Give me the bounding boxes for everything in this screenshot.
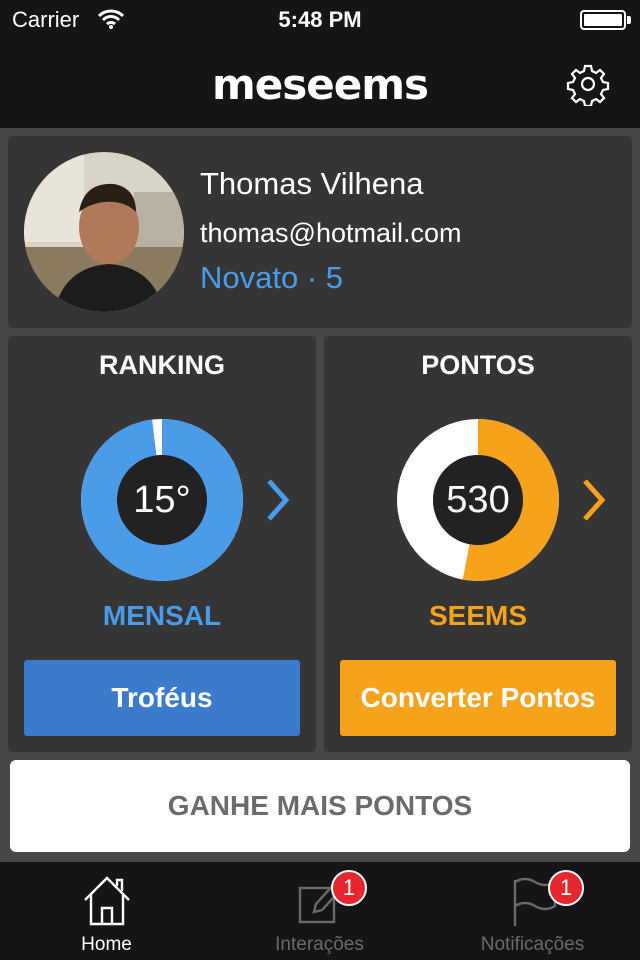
- profile-email: thomas@hotmail.com: [200, 218, 462, 248]
- home-icon: [83, 876, 130, 926]
- battery-icon: [580, 10, 626, 30]
- nav-bar: meseems: [0, 40, 640, 128]
- points-value: 530: [446, 479, 510, 521]
- tab-bar: Home 1 Interações 1 Notificações: [0, 862, 640, 960]
- tab-label: Notificações: [480, 934, 585, 955]
- battery-tip: [627, 16, 631, 24]
- profile-level: Novato · 5: [200, 260, 344, 295]
- tab-home[interactable]: Home: [0, 862, 213, 960]
- earn-more-button[interactable]: GANHE MAIS PONTOS: [10, 760, 630, 852]
- interactions-badge: 1: [331, 870, 367, 906]
- convert-points-button[interactable]: Converter Pontos: [340, 660, 616, 736]
- points-unit-label: SEEMS: [428, 600, 528, 631]
- ranking-card: RANKING 15° MENSAL Troféus: [8, 336, 316, 752]
- ranking-period-label: MENSAL: [102, 600, 222, 631]
- profile-name: Thomas Vilhena: [200, 166, 424, 201]
- status-bar: Carrier 5:48 PM: [0, 0, 640, 40]
- ranking-title: RANKING: [99, 350, 225, 380]
- points-title: PONTOS: [421, 350, 535, 380]
- app-logo: meseems: [212, 60, 429, 109]
- tab-notificacoes[interactable]: 1 Notificações: [426, 862, 639, 960]
- trophies-button[interactable]: Troféus: [24, 660, 300, 736]
- chevron-right-icon[interactable]: [264, 476, 292, 524]
- gear-icon[interactable]: [566, 62, 610, 106]
- tab-label: Interações: [275, 934, 364, 955]
- chevron-right-icon[interactable]: [580, 476, 608, 524]
- tab-label: Home: [81, 934, 132, 955]
- avatar[interactable]: [24, 152, 184, 312]
- ranking-value: 15°: [133, 479, 191, 521]
- notifications-badge: 1: [548, 870, 584, 906]
- status-time: 5:48 PM: [278, 7, 362, 32]
- points-card: PONTOS 530 SEEMS Converter Pontos: [324, 336, 632, 752]
- profile-card: Thomas Vilhena thomas@hotmail.com Novato…: [8, 136, 632, 328]
- tab-interacoes[interactable]: 1 Interações: [213, 862, 426, 960]
